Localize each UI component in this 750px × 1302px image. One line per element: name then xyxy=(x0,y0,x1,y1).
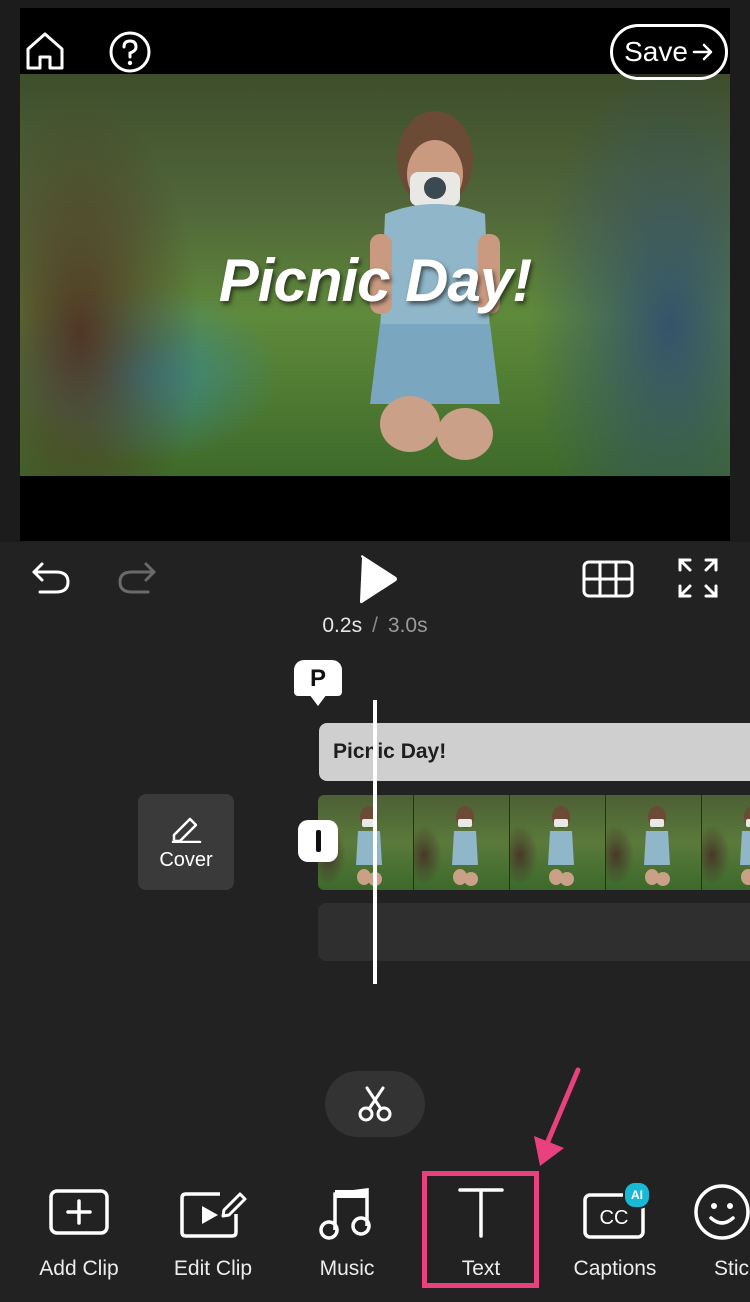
save-button-label: Save xyxy=(624,36,688,67)
play-icon xyxy=(360,555,397,604)
captions-icon-text: CC xyxy=(600,1207,629,1229)
video-thumbnail xyxy=(606,795,702,890)
captions-label: Captions xyxy=(573,1257,657,1280)
undo-button[interactable] xyxy=(30,558,74,598)
home-button[interactable] xyxy=(24,30,66,72)
video-frame[interactable]: Picnic Day! xyxy=(20,8,730,541)
fullscreen-icon xyxy=(678,558,718,598)
add-clip-icon xyxy=(49,1189,109,1235)
highlight-box xyxy=(422,1171,539,1288)
pointer-arrow-icon xyxy=(534,1067,581,1166)
edit-clip-button[interactable]: Edit Clip xyxy=(146,1175,280,1295)
fullscreen-button[interactable] xyxy=(676,556,720,600)
undo-icon xyxy=(32,562,70,594)
stickers-button[interactable]: Stickers xyxy=(682,1175,750,1295)
save-button[interactable]: Save xyxy=(610,24,728,80)
ai-badge: AI xyxy=(623,1181,651,1209)
current-time: 0.2s xyxy=(322,614,363,637)
text-track-clip[interactable]: Picnic Day! xyxy=(319,723,750,781)
redo-icon xyxy=(118,562,156,594)
arrow-right-icon xyxy=(692,43,713,61)
video-thumbnail xyxy=(414,795,510,890)
cover-label: Cover xyxy=(159,848,213,871)
split-button[interactable] xyxy=(325,1071,425,1137)
time-readout: 0.2s / 3.0s xyxy=(0,614,750,638)
video-overlay-title[interactable]: Picnic Day! xyxy=(20,246,730,315)
home-icon xyxy=(26,32,64,70)
stickers-icon xyxy=(694,1184,750,1240)
video-track-clip[interactable] xyxy=(318,795,750,890)
scissors-icon xyxy=(358,1086,392,1122)
redo-button[interactable] xyxy=(114,558,158,598)
add-clip-label: Add Clip xyxy=(39,1257,119,1280)
grid-icon xyxy=(582,560,634,598)
handle-grip xyxy=(315,830,321,852)
help-icon xyxy=(109,31,151,73)
time-separator: / xyxy=(372,614,378,637)
captions-button[interactable]: CC AI Captions xyxy=(548,1175,682,1295)
music-button[interactable]: Music xyxy=(280,1175,414,1295)
video-thumbnail xyxy=(702,795,750,890)
playhead[interactable] xyxy=(373,700,377,984)
music-icon xyxy=(319,1188,371,1240)
video-thumbnail xyxy=(510,795,606,890)
timeline-marker[interactable]: P xyxy=(294,660,342,696)
edit-clip-label: Edit Clip xyxy=(173,1257,253,1280)
video-frame-image: Picnic Day! xyxy=(20,74,730,476)
help-button[interactable] xyxy=(108,30,152,74)
audio-track-empty[interactable] xyxy=(318,903,750,961)
cover-button[interactable]: Cover xyxy=(138,794,234,890)
stickers-label: Stickers xyxy=(714,1257,750,1280)
edit-clip-icon xyxy=(180,1192,247,1238)
play-button[interactable] xyxy=(352,552,402,606)
add-clip-button[interactable]: Add Clip xyxy=(12,1175,146,1295)
total-duration: 3.0s xyxy=(387,614,428,637)
grid-button[interactable] xyxy=(582,560,634,598)
pencil-icon xyxy=(171,817,202,843)
video-preview-area: Picnic Day! Save xyxy=(0,0,750,542)
clip-trim-handle[interactable] xyxy=(298,820,338,862)
music-label: Music xyxy=(319,1257,375,1280)
